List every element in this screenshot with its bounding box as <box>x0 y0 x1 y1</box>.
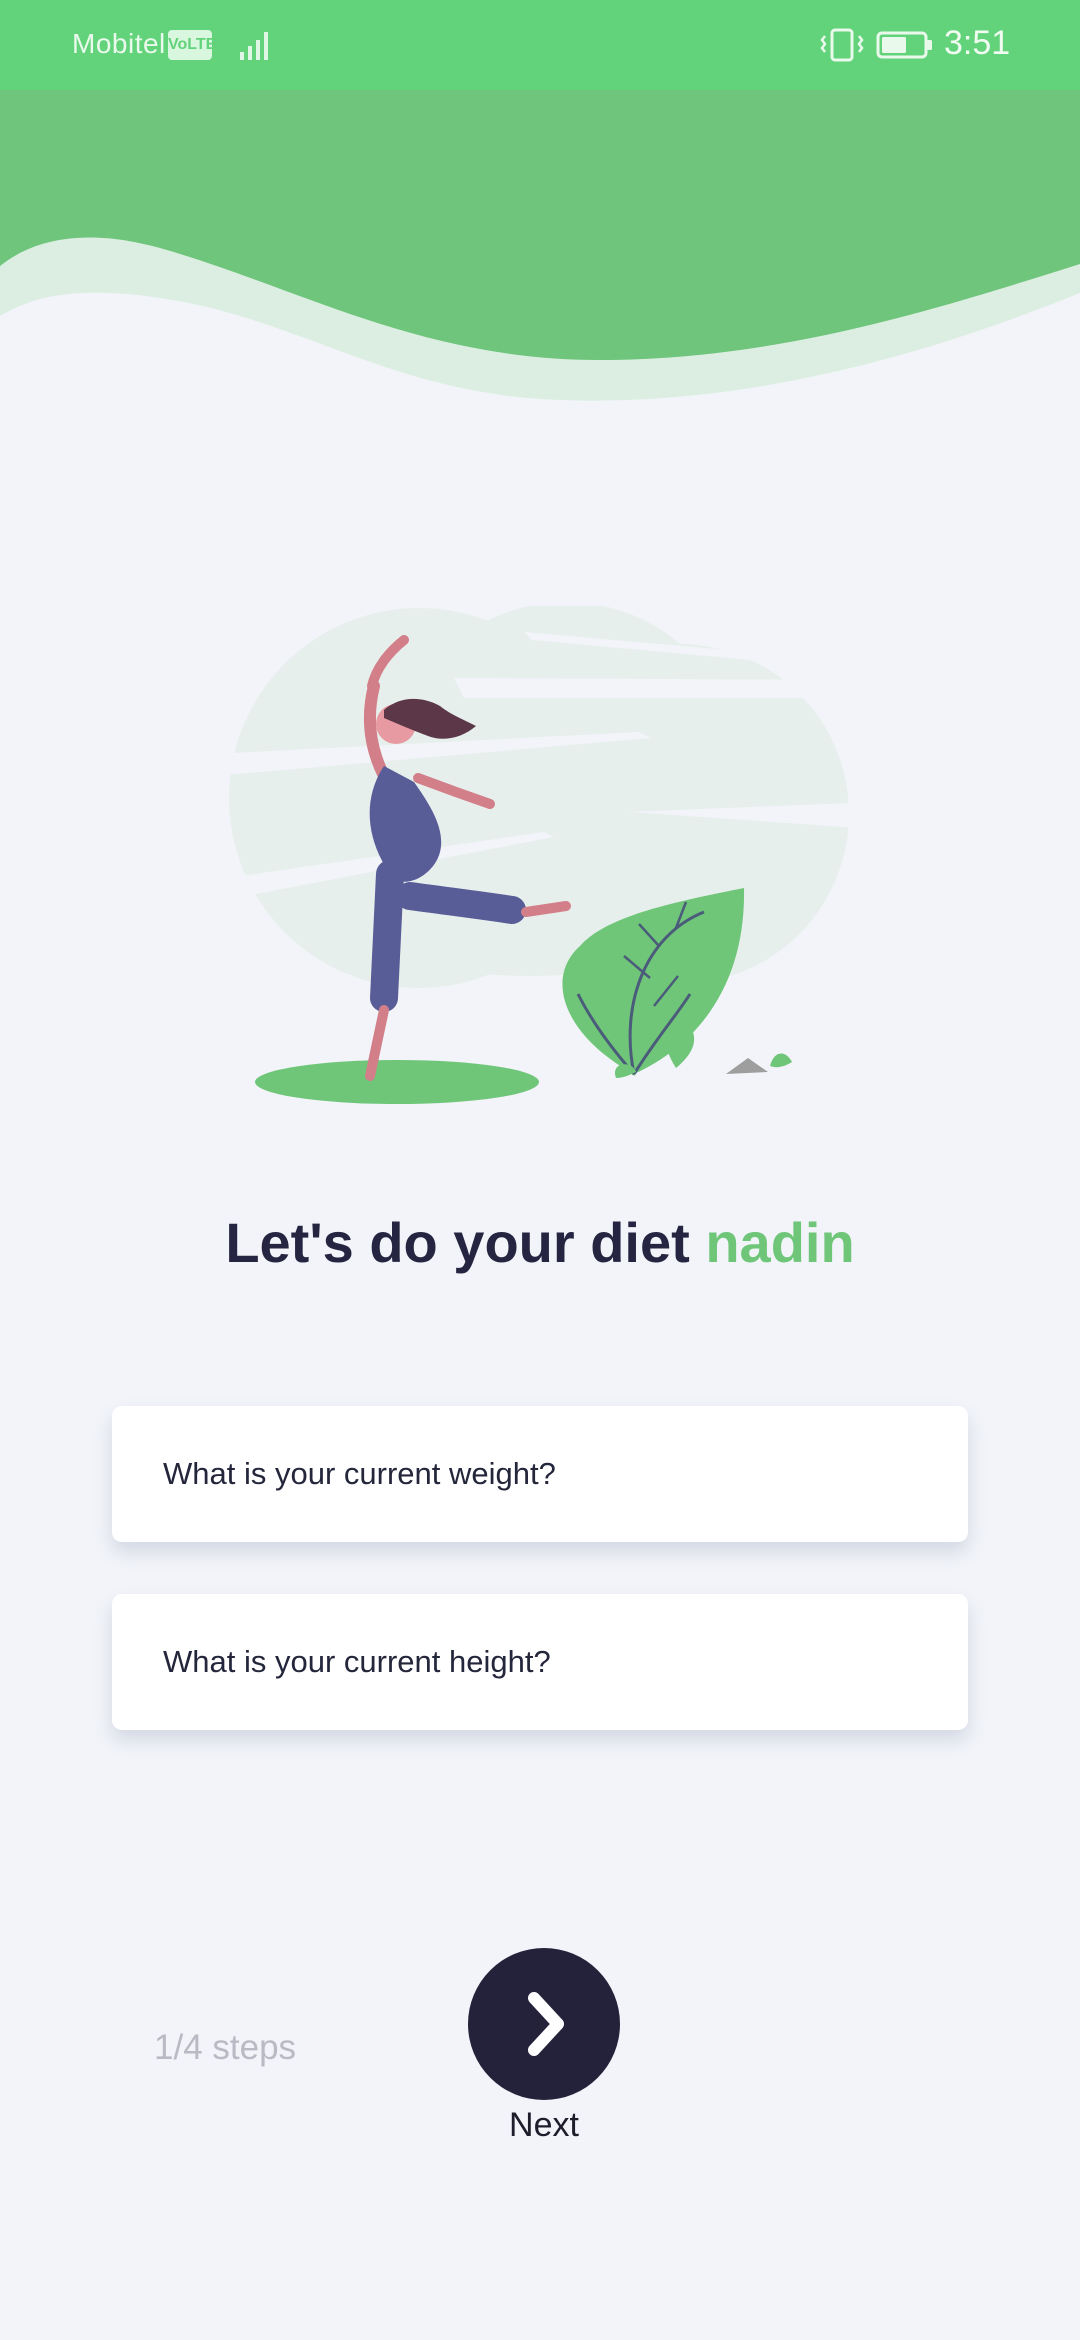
height-field[interactable] <box>112 1594 968 1730</box>
weight-field[interactable] <box>112 1406 968 1542</box>
grass-patch <box>255 1060 539 1104</box>
signal-icon <box>240 32 268 60</box>
height-input[interactable] <box>112 1594 968 1730</box>
next-button[interactable] <box>468 1948 620 2100</box>
battery-icon <box>876 31 932 59</box>
leaf-right <box>770 1053 792 1068</box>
vibrate-icon <box>820 28 864 62</box>
volte-badge: VoLTE <box>168 30 216 60</box>
rock <box>726 1058 768 1074</box>
next-label: Next <box>509 2106 579 2144</box>
header-wave-decoration <box>0 88 1080 401</box>
user-name: nadin <box>705 1211 855 1274</box>
carrier-name: Mobitel <box>72 28 166 59</box>
background-cloud <box>229 606 849 988</box>
step-indicator: 1/4 steps <box>154 2028 297 2067</box>
weight-input[interactable] <box>112 1406 968 1542</box>
page-title: Let's do your diet nadin <box>0 1210 1080 1275</box>
status-time: 3:51 <box>944 24 1011 62</box>
title-text: Let's do your diet <box>225 1211 706 1274</box>
chevron-right-icon <box>528 1992 564 2056</box>
dancing-woman-illustration <box>214 606 874 1104</box>
status-bar: Mobitel VoLTE 3:51 <box>0 0 1080 90</box>
